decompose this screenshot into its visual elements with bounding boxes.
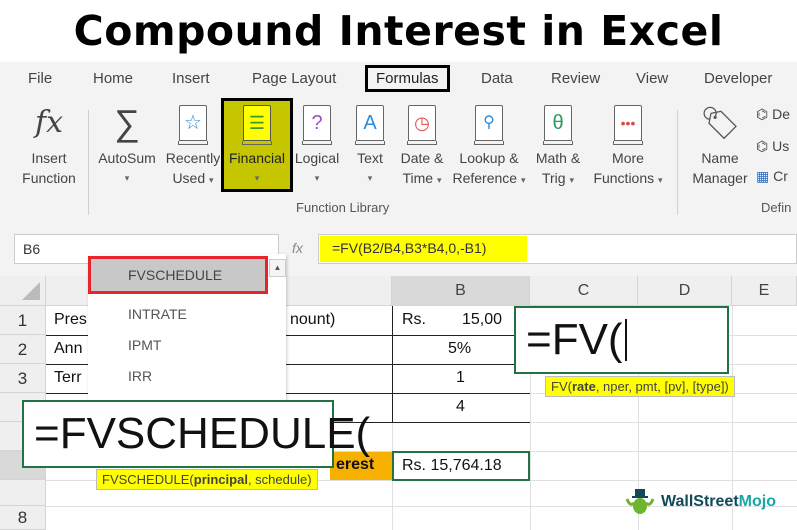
wallstreetmojo-logo: WallStreetMojo	[625, 487, 776, 517]
dots-book-icon: •••	[613, 105, 643, 145]
group-label-defined-names: Defin	[761, 200, 792, 215]
tab-formulas[interactable]: Formulas	[365, 65, 450, 92]
ribbon-separator	[88, 110, 89, 215]
tab-insert[interactable]: Insert	[172, 70, 210, 87]
cell-b4[interactable]: 4	[456, 398, 465, 416]
create-from-selection-button[interactable]: ▦ Cr	[756, 168, 788, 185]
chevron-down-icon: ▾	[520, 175, 526, 185]
fvschedule-tooltip: FVSCHEDULE(principal, schedule)	[96, 469, 318, 490]
fx-icon: fx	[34, 105, 64, 140]
tag-icon: 🏷	[699, 105, 741, 141]
text-cursor	[624, 319, 627, 361]
tab-view[interactable]: View	[636, 70, 668, 87]
fv-formula-editor[interactable]: =FV(	[514, 306, 729, 374]
dropdown-item-fvschedule[interactable]: FVSCHEDULE	[88, 256, 268, 294]
tag-fx-icon: ⌬	[756, 138, 769, 154]
bull-icon	[625, 489, 655, 514]
column-header-e[interactable]: E	[732, 276, 797, 306]
dropdown-item-irr[interactable]: IRR	[128, 368, 152, 384]
chevron-down-icon: ▾	[209, 175, 214, 185]
question-book-icon: ?	[302, 105, 332, 145]
dropdown-scroll-up[interactable]: ▲	[269, 259, 286, 277]
sigma-icon: ∑	[114, 102, 140, 143]
fv-tooltip: FV(rate, nper, pmt, [pv], [type])	[545, 376, 735, 397]
financial-button[interactable]: ☰ Financial ▾	[224, 98, 290, 188]
row-header-1[interactable]: 1	[0, 306, 46, 335]
row-header-3[interactable]: 3	[0, 364, 46, 393]
tab-data[interactable]: Data	[481, 70, 513, 87]
chevron-down-icon: ▾	[367, 173, 373, 183]
recently-used-button[interactable]: ☆ Recently Used ▾	[162, 98, 224, 190]
tab-developer[interactable]: Developer	[704, 70, 772, 87]
cell-b6[interactable]: Rs. 15,764.18	[392, 451, 530, 481]
clock-book-icon: ◷	[407, 105, 437, 145]
fvschedule-formula-editor[interactable]: =FVSCHEDULE(	[22, 400, 370, 468]
table-tag-icon: ▦	[756, 168, 770, 184]
magnifier-book-icon: ⚲	[474, 105, 504, 145]
insert-function-button[interactable]: fx Insert Function	[16, 98, 82, 188]
select-all-corner[interactable]	[0, 276, 46, 306]
use-in-formula-button[interactable]: ⌬ Us	[756, 138, 789, 155]
tab-home[interactable]: Home	[93, 70, 133, 87]
row-header-8[interactable]: 8	[0, 506, 46, 530]
tab-file[interactable]: File	[28, 70, 52, 87]
column-header-c[interactable]: C	[530, 276, 638, 306]
text-button[interactable]: A Text ▾	[348, 98, 392, 188]
chevron-down-icon: ▾	[569, 175, 574, 185]
formula-text: =FV(B2/B4,B3*B4,0,-B1)	[320, 236, 527, 262]
chevron-down-icon: ▾	[658, 175, 663, 185]
tag-outline-icon: ⌬	[756, 106, 769, 122]
dropdown-item-ipmt[interactable]: IPMT	[128, 337, 161, 353]
cell-a1-overflow: nount)	[290, 311, 336, 328]
lookup-reference-button[interactable]: ⚲ Lookup & Reference ▾	[450, 98, 528, 190]
a-book-icon: A	[355, 105, 385, 145]
ribbon-separator	[677, 110, 678, 215]
autosum-button[interactable]: ∑ AutoSum ▾	[94, 98, 160, 188]
chevron-down-icon: ▾	[436, 175, 442, 185]
name-manager-button[interactable]: 🏷 Name Manager	[688, 98, 752, 188]
row-header-7[interactable]	[0, 480, 46, 506]
row-header-2[interactable]: 2	[0, 335, 46, 364]
ribbon: fx Insert Function ∑ AutoSum ▾ ☆ Recentl…	[0, 98, 797, 222]
star-book-icon: ☆	[178, 105, 208, 145]
more-functions-button[interactable]: ••• More Functions ▾	[588, 98, 668, 190]
tab-page-layout[interactable]: Page Layout	[252, 70, 336, 87]
theta-book-icon: θ	[543, 105, 573, 145]
date-time-button[interactable]: ◷ Date & Time ▾	[393, 98, 451, 190]
define-name-button[interactable]: ⌬ De	[756, 106, 790, 123]
group-label-function-library: Function Library	[296, 200, 390, 215]
tab-review[interactable]: Review	[551, 70, 600, 87]
chevron-down-icon: ▾	[314, 173, 320, 183]
cell-b1[interactable]: 15,00	[462, 311, 502, 329]
cell-b1-prefix: Rs.	[402, 311, 426, 328]
page-title: Compound Interest in Excel	[73, 7, 724, 55]
ribbon-tabs: File Home Insert Page Layout Formulas Da…	[0, 62, 797, 98]
cell-b2[interactable]: 5%	[448, 340, 471, 358]
math-trig-button[interactable]: θ Math & Trig ▾	[528, 98, 588, 190]
dropdown-item-intrate[interactable]: INTRATE	[128, 306, 187, 322]
coins-book-icon: ☰	[242, 105, 272, 145]
column-header-d[interactable]: D	[638, 276, 732, 306]
cell-a1[interactable]: Pres	[54, 311, 87, 329]
cell-a2[interactable]: Ann	[54, 340, 82, 358]
excel-window: File Home Insert Page Layout Formulas Da…	[0, 62, 797, 530]
column-header-b[interactable]: B	[392, 276, 530, 306]
fx-icon[interactable]: fx	[288, 234, 318, 264]
cell-a3[interactable]: Terr	[54, 369, 82, 387]
cell-b3[interactable]: 1	[456, 369, 465, 387]
chevron-down-icon: ▾	[254, 173, 260, 183]
chevron-down-icon: ▾	[124, 173, 130, 183]
logical-button[interactable]: ? Logical ▾	[290, 98, 344, 188]
